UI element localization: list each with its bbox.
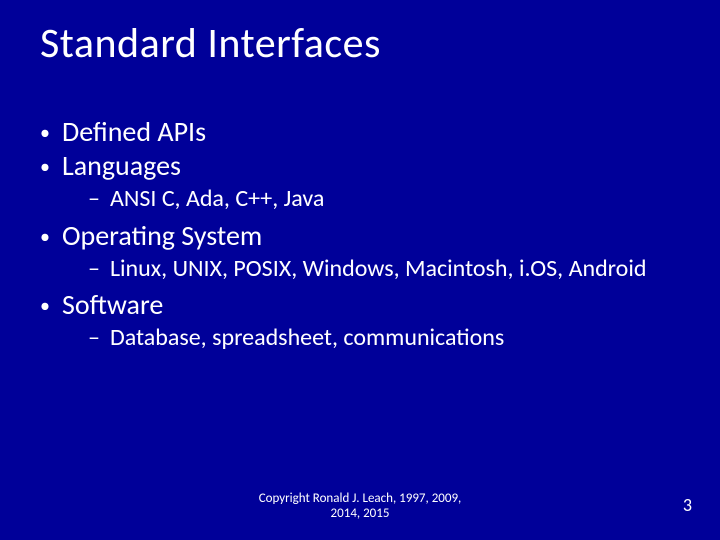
bullet-label: Defined APIs: [62, 116, 206, 148]
copyright-footer: Copyright Ronald J. Leach, 1997, 2009, 2…: [0, 491, 720, 522]
sub-label: ANSI C, Ada, C++, Java: [110, 185, 324, 213]
bullet-label: Operating System: [62, 220, 262, 252]
page-number: 3: [683, 494, 692, 516]
sub-label: Database, spreadsheet, communications: [110, 324, 504, 352]
list-item: – Database, spreadsheet, communications: [88, 323, 680, 352]
list-item: • Languages – ANSI C, Ada, C++, Java: [40, 150, 680, 214]
sub-label: Linux, UNIX, POSIX, Windows, Macintosh, …: [110, 255, 646, 283]
bullet-icon: •: [40, 296, 50, 316]
list-item: • Software – Database, spreadsheet, comm…: [40, 289, 680, 353]
list-item: • Operating System – Linux, UNIX, POSIX,…: [40, 220, 680, 284]
bullet-list: • Defined APIs • Languages – ANSI C, Ada…: [40, 116, 680, 353]
list-item: – Linux, UNIX, POSIX, Windows, Macintosh…: [88, 254, 680, 283]
bullet-label: Languages: [62, 150, 181, 182]
footer-line: Copyright Ronald J. Leach, 1997, 2009,: [0, 491, 720, 507]
slide: Standard Interfaces • Defined APIs • Lan…: [0, 0, 720, 540]
bullet-label: Software: [62, 289, 163, 321]
sub-list: – Database, spreadsheet, communications: [40, 323, 680, 352]
dash-icon: –: [88, 254, 100, 283]
bullet-icon: •: [40, 227, 50, 247]
footer-line: 2014, 2015: [0, 506, 720, 522]
slide-title: Standard Interfaces: [40, 18, 381, 69]
slide-content: • Defined APIs • Languages – ANSI C, Ada…: [40, 116, 680, 359]
dash-icon: –: [88, 323, 100, 352]
dash-icon: –: [88, 184, 100, 213]
sub-list: – ANSI C, Ada, C++, Java: [40, 184, 680, 213]
list-item: • Defined APIs: [40, 116, 680, 148]
bullet-icon: •: [40, 157, 50, 177]
list-item: – ANSI C, Ada, C++, Java: [88, 184, 680, 213]
sub-list: – Linux, UNIX, POSIX, Windows, Macintosh…: [40, 254, 680, 283]
bullet-icon: •: [40, 123, 50, 143]
